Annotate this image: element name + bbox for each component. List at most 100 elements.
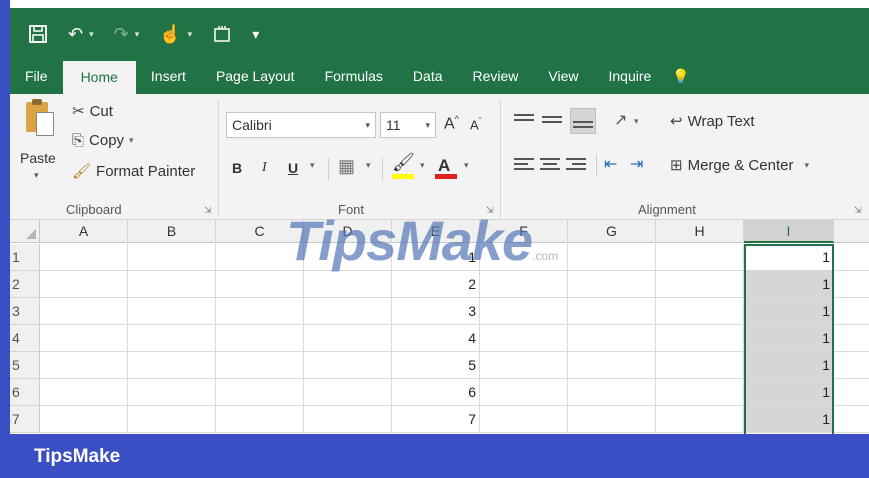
- cell-e2[interactable]: 2: [392, 271, 480, 298]
- cell-h2[interactable]: [656, 271, 744, 298]
- cell-b2[interactable]: [128, 271, 216, 298]
- chevron-down-icon[interactable]: ▾: [310, 160, 315, 171]
- chevron-down-icon[interactable]: ▾: [366, 160, 371, 171]
- macro-icon[interactable]: [212, 24, 232, 44]
- increase-indent-icon[interactable]: ⇥: [630, 154, 643, 174]
- orientation-icon[interactable]: ↗: [614, 110, 627, 130]
- cell-h5[interactable]: [656, 352, 744, 379]
- cell-f6[interactable]: [480, 379, 568, 406]
- chevron-down-icon[interactable]: ▾: [135, 29, 140, 40]
- cell-i6[interactable]: 1: [744, 379, 834, 406]
- cell-partial7[interactable]: [834, 406, 869, 433]
- cell-partial6[interactable]: [834, 379, 869, 406]
- cell-h1[interactable]: [656, 244, 744, 271]
- cell-g2[interactable]: [568, 271, 656, 298]
- row-header-3[interactable]: 3: [10, 298, 40, 325]
- cell-c6[interactable]: [216, 379, 304, 406]
- cell-a2[interactable]: [40, 271, 128, 298]
- cell-a6[interactable]: [40, 379, 128, 406]
- cell-e4[interactable]: 4: [392, 325, 480, 352]
- wrap-text-button[interactable]: ↩ Wrap Text: [670, 112, 755, 131]
- undo-icon[interactable]: ↶ ▾: [68, 24, 94, 45]
- font-name-combo[interactable]: Calibri ▾: [226, 112, 376, 138]
- column-header-a[interactable]: A: [40, 220, 128, 243]
- cell-i7[interactable]: 1: [744, 406, 834, 433]
- cell-h6[interactable]: [656, 379, 744, 406]
- cell-f5[interactable]: [480, 352, 568, 379]
- save-icon[interactable]: [28, 24, 48, 44]
- cut-button[interactable]: ✂ Cut: [72, 102, 113, 121]
- customize-qat-icon[interactable]: ▾: [252, 26, 259, 43]
- column-header-h[interactable]: H: [656, 220, 744, 243]
- fill-color-icon[interactable]: 🖌: [392, 152, 415, 173]
- cell-a3[interactable]: [40, 298, 128, 325]
- alignment-launcher-icon[interactable]: ⇲: [854, 205, 862, 216]
- chevron-down-icon[interactable]: ▾: [365, 113, 370, 137]
- bold-button[interactable]: B: [232, 160, 242, 176]
- cell-c3[interactable]: [216, 298, 304, 325]
- cell-i2[interactable]: 1: [744, 271, 834, 298]
- cell-d3[interactable]: [304, 298, 392, 325]
- column-header-i[interactable]: I: [744, 220, 834, 243]
- cell-b5[interactable]: [128, 352, 216, 379]
- cell-a5[interactable]: [40, 352, 128, 379]
- cell-f3[interactable]: [480, 298, 568, 325]
- cell-c5[interactable]: [216, 352, 304, 379]
- cell-c2[interactable]: [216, 271, 304, 298]
- cell-f4[interactable]: [480, 325, 568, 352]
- cell-g3[interactable]: [568, 298, 656, 325]
- column-header-g[interactable]: G: [568, 220, 656, 243]
- cell-g7[interactable]: [568, 406, 656, 433]
- bottom-align-icon[interactable]: [570, 108, 596, 134]
- copy-button[interactable]: ⎘ Copy ▾: [72, 132, 134, 149]
- cell-d4[interactable]: [304, 325, 392, 352]
- row-header-2[interactable]: 2: [10, 271, 40, 298]
- cell-h3[interactable]: [656, 298, 744, 325]
- grow-font-button[interactable]: A^: [444, 114, 459, 133]
- cell-e5[interactable]: 5: [392, 352, 480, 379]
- cell-c4[interactable]: [216, 325, 304, 352]
- chevron-down-icon[interactable]: ▾: [634, 116, 639, 127]
- cell-g4[interactable]: [568, 325, 656, 352]
- cell-i5[interactable]: 1: [744, 352, 834, 379]
- shrink-font-button[interactable]: Aˇ: [470, 116, 482, 132]
- cell-d7[interactable]: [304, 406, 392, 433]
- cell-a1[interactable]: [40, 244, 128, 271]
- merge-center-button[interactable]: ⊞ Merge & Center ▾: [670, 156, 809, 175]
- cell-partial4[interactable]: [834, 325, 869, 352]
- chevron-down-icon[interactable]: ▾: [425, 113, 430, 137]
- align-right-icon[interactable]: [566, 158, 586, 174]
- chevron-down-icon[interactable]: ▾: [129, 135, 134, 146]
- cell-e7[interactable]: 7: [392, 406, 480, 433]
- column-header-partial[interactable]: [834, 220, 869, 243]
- cell-g6[interactable]: [568, 379, 656, 406]
- cell-b1[interactable]: [128, 244, 216, 271]
- cell-b3[interactable]: [128, 298, 216, 325]
- chevron-down-icon[interactable]: ▾: [89, 29, 94, 40]
- align-left-icon[interactable]: [514, 158, 534, 174]
- chevron-down-icon[interactable]: ▾: [804, 160, 809, 171]
- cell-h4[interactable]: [656, 325, 744, 352]
- cell-partial2[interactable]: [834, 271, 869, 298]
- cell-b4[interactable]: [128, 325, 216, 352]
- cell-d6[interactable]: [304, 379, 392, 406]
- font-size-combo[interactable]: 11 ▾: [380, 112, 436, 138]
- tab-review[interactable]: Review: [458, 60, 534, 94]
- row-header-1[interactable]: 1: [10, 244, 40, 271]
- cell-d5[interactable]: [304, 352, 392, 379]
- underline-button[interactable]: U: [288, 160, 298, 176]
- cell-a4[interactable]: [40, 325, 128, 352]
- tab-inquire[interactable]: Inquire: [594, 60, 667, 94]
- chevron-down-icon[interactable]: ▾: [464, 160, 469, 171]
- cell-i4[interactable]: 1: [744, 325, 834, 352]
- tell-me-icon[interactable]: 💡: [666, 60, 695, 94]
- cell-i1[interactable]: 1: [744, 244, 834, 271]
- cell-i3[interactable]: 1: [744, 298, 834, 325]
- tab-insert[interactable]: Insert: [136, 60, 201, 94]
- cell-f2[interactable]: [480, 271, 568, 298]
- italic-button[interactable]: I: [262, 160, 267, 176]
- tab-file[interactable]: File: [10, 60, 63, 94]
- chevron-down-icon[interactable]: ▾: [188, 29, 193, 40]
- cell-c7[interactable]: [216, 406, 304, 433]
- chevron-down-icon[interactable]: ▾: [420, 160, 425, 171]
